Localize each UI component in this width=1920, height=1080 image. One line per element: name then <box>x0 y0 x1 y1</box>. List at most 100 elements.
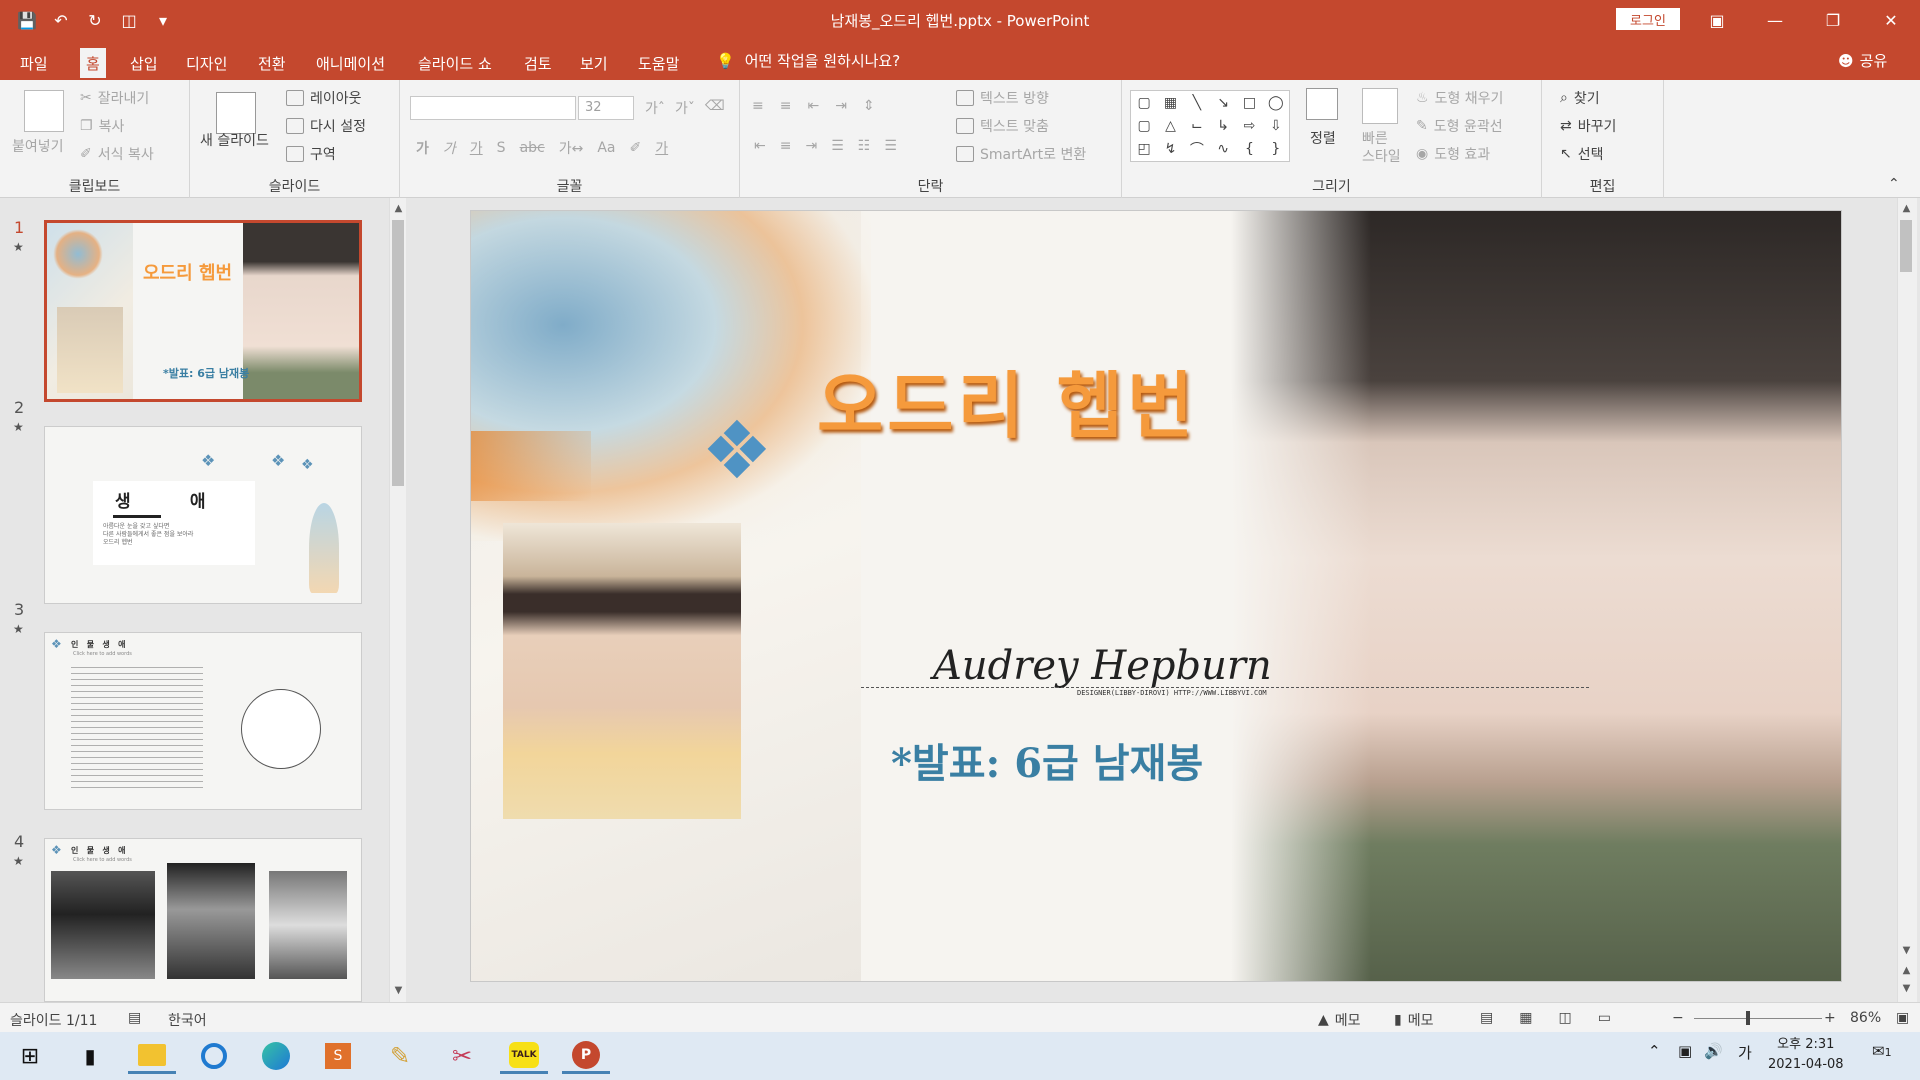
collapse-ribbon-icon[interactable]: ⌃ <box>1888 176 1900 192</box>
lightning-shape-icon[interactable]: ↯ <box>1157 138 1183 161</box>
shape-fill-button[interactable]: ♨ 도형 채우기 <box>1416 88 1503 108</box>
curve-shape-icon[interactable]: ∿ <box>1210 138 1236 161</box>
right-brace-shape-icon[interactable]: } <box>1263 138 1289 161</box>
change-case-icon[interactable]: Aa <box>597 140 615 156</box>
maximize-icon[interactable]: ❐ <box>1804 0 1862 40</box>
task-view-icon[interactable]: ▮ <box>66 1038 114 1074</box>
tab-file[interactable]: 파일 <box>14 48 54 78</box>
thumbnail-scrollbar[interactable]: ▲ ▼ <box>389 198 406 1002</box>
normal-view-icon[interactable]: ▤ <box>1480 1010 1493 1026</box>
flowchart-shape-icon[interactable]: ◰ <box>1131 138 1157 161</box>
notes-button[interactable]: ▲ 메모 <box>1318 1010 1361 1030</box>
bullets-icon[interactable]: ≡ <box>752 98 764 114</box>
scroll-thumb[interactable] <box>392 220 404 486</box>
text-direction-button[interactable]: 텍스트 방향 <box>956 88 1049 108</box>
italic-icon[interactable]: 가 <box>443 138 456 158</box>
comments-button[interactable]: ▮ 메모 <box>1394 1010 1433 1030</box>
powerpoint-icon[interactable]: P <box>562 1038 610 1074</box>
arrow-line-shape-icon[interactable]: ↘ <box>1210 91 1236 114</box>
zoom-slider-track[interactable] <box>1694 1018 1822 1019</box>
bold-icon[interactable]: 가 <box>416 138 429 158</box>
section-button[interactable]: 구역 <box>286 144 336 164</box>
align-center-icon[interactable]: ≡ <box>780 138 792 154</box>
reset-button[interactable]: 다시 설정 <box>286 116 366 136</box>
internet-explorer-icon[interactable] <box>190 1038 238 1074</box>
vertical-textbox-shape-icon[interactable]: ▦ <box>1157 91 1183 114</box>
right-arrow-shape-icon[interactable]: ⇨ <box>1236 114 1262 137</box>
slideshow-view-icon[interactable]: ▭ <box>1598 1010 1611 1026</box>
spellcheck-icon[interactable]: ▤ <box>128 1010 141 1026</box>
presenter-text[interactable]: *발표: 6급 남재봉 <box>891 731 1203 789</box>
replace-button[interactable]: ⇄ 바꾸기 <box>1560 116 1616 136</box>
slide-title[interactable]: 오드리 헵번 <box>817 347 1197 452</box>
language-indicator[interactable]: 한국어 <box>168 1010 207 1030</box>
ribbon-display-options-icon[interactable]: ▣ <box>1688 0 1746 40</box>
down-arrow-shape-icon[interactable]: ⇩ <box>1263 114 1289 137</box>
cut-button[interactable]: ✂ 잘라내기 <box>80 88 149 108</box>
font-name-select[interactable] <box>410 96 576 120</box>
arc-shape-icon[interactable]: ⌒ <box>1184 138 1210 161</box>
edge-browser-icon[interactable] <box>252 1038 300 1074</box>
copy-button[interactable]: ❐ 복사 <box>80 116 124 136</box>
underline-icon[interactable]: 가 <box>470 138 483 158</box>
tab-help[interactable]: 도움말 <box>632 48 685 78</box>
current-slide[interactable]: ❖ 오드리 헵번 Audrey Hepburn DESIGNER(LIBBY-D… <box>470 210 1842 982</box>
close-icon[interactable]: ✕ <box>1862 0 1920 40</box>
show-hidden-icons-icon[interactable]: ⌃ <box>1648 1042 1661 1060</box>
font-size-select[interactable]: 32 <box>578 96 634 120</box>
new-slide-button[interactable]: 새 슬라이드 <box>200 130 269 150</box>
columns-icon[interactable]: ☰ <box>884 138 897 154</box>
next-slide-icon[interactable]: ▼ <box>1898 980 1915 996</box>
paint-icon[interactable]: ✎ <box>376 1038 424 1074</box>
slide-scrollbar[interactable]: ▲ ▼ ▲ ▼ <box>1897 198 1917 1002</box>
distribute-icon[interactable]: ☷ <box>858 138 871 154</box>
decrease-indent-icon[interactable]: ⇤ <box>807 98 819 114</box>
zoom-level[interactable]: 86% <box>1850 1010 1881 1026</box>
font-color-icon[interactable]: 가 <box>655 138 668 158</box>
arrange-icon[interactable] <box>1306 88 1338 120</box>
tell-me-box[interactable]: 💡 어떤 작업을 원하시나요? <box>716 50 900 71</box>
previous-slide-icon[interactable]: ▲ <box>1898 962 1915 978</box>
shapes-gallery[interactable]: ▢ ▦ ╲ ↘ □ ◯ ▢ △ ⌙ ↳ ⇨ ⇩ ◰ ↯ ⌒ ∿ { } <box>1130 90 1290 162</box>
fit-to-window-icon[interactable]: ▣ <box>1896 1010 1909 1026</box>
rounded-rect-shape-icon[interactable]: ▢ <box>1131 114 1157 137</box>
slide-thumbnail-3[interactable]: ❖ 인 물 생 애 Click here to add words <box>44 632 362 810</box>
paste-button[interactable]: 붙여넣기 <box>12 136 64 156</box>
tab-transitions[interactable]: 전환 <box>252 48 292 78</box>
justify-icon[interactable]: ☰ <box>831 138 844 154</box>
increase-indent-icon[interactable]: ⇥ <box>835 98 847 114</box>
file-explorer-icon[interactable] <box>128 1038 176 1074</box>
slide-thumbnail-2[interactable]: 생 애 아름다운 눈을 갖고 싶다면 다른 사람들에게서 좋은 점을 보아라 오… <box>44 426 362 604</box>
share-button[interactable]: ☻ 공유 <box>1838 50 1887 71</box>
oval-shape-icon[interactable]: ◯ <box>1263 91 1289 114</box>
strikethrough-icon[interactable]: abc <box>520 140 545 156</box>
triangle-shape-icon[interactable]: △ <box>1157 114 1183 137</box>
kakaotalk-icon[interactable]: TALK <box>500 1038 548 1074</box>
left-brace-shape-icon[interactable]: { <box>1236 138 1262 161</box>
hancom-office-icon[interactable]: S <box>314 1038 362 1074</box>
paste-icon[interactable] <box>24 90 64 132</box>
scroll-thumb[interactable] <box>1900 220 1912 272</box>
numbering-icon[interactable]: ≡ <box>780 98 792 114</box>
shape-effects-button[interactable]: ◉ 도형 효과 <box>1416 144 1490 164</box>
quick-styles-button[interactable]: 빠른 스타일 <box>1362 130 1401 166</box>
minimize-icon[interactable]: — <box>1746 0 1804 40</box>
new-slide-icon[interactable] <box>216 92 256 134</box>
line-spacing-icon[interactable]: ⇕ <box>863 98 875 114</box>
notification-center-icon[interactable]: ✉1 <box>1872 1042 1892 1060</box>
tab-design[interactable]: 디자인 <box>180 48 233 78</box>
tab-review[interactable]: 검토 <box>518 48 558 78</box>
tab-insert[interactable]: 삽입 <box>124 48 164 78</box>
login-button[interactable]: 로그인 <box>1616 8 1680 30</box>
elbow-connector-shape-icon[interactable]: ↳ <box>1210 114 1236 137</box>
slide-thumbnail-1[interactable]: 오드리 헵번 *발표: 6급 남재봉 <box>44 220 362 402</box>
tab-slideshow[interactable]: 슬라이드 쇼 <box>412 48 498 78</box>
scroll-up-icon[interactable]: ▲ <box>1898 200 1915 216</box>
tab-view[interactable]: 보기 <box>574 48 614 78</box>
grow-font-icon[interactable]: 가ˆ <box>645 98 665 118</box>
connector-shape-icon[interactable]: ⌙ <box>1184 114 1210 137</box>
slide-thumbnail-4[interactable]: ❖ 인 물 생 애 Click here to add words <box>44 838 362 1002</box>
scroll-down-icon[interactable]: ▼ <box>390 982 407 998</box>
scroll-down-icon[interactable]: ▼ <box>1898 942 1915 958</box>
reading-view-icon[interactable]: ◫ <box>1558 1010 1571 1026</box>
